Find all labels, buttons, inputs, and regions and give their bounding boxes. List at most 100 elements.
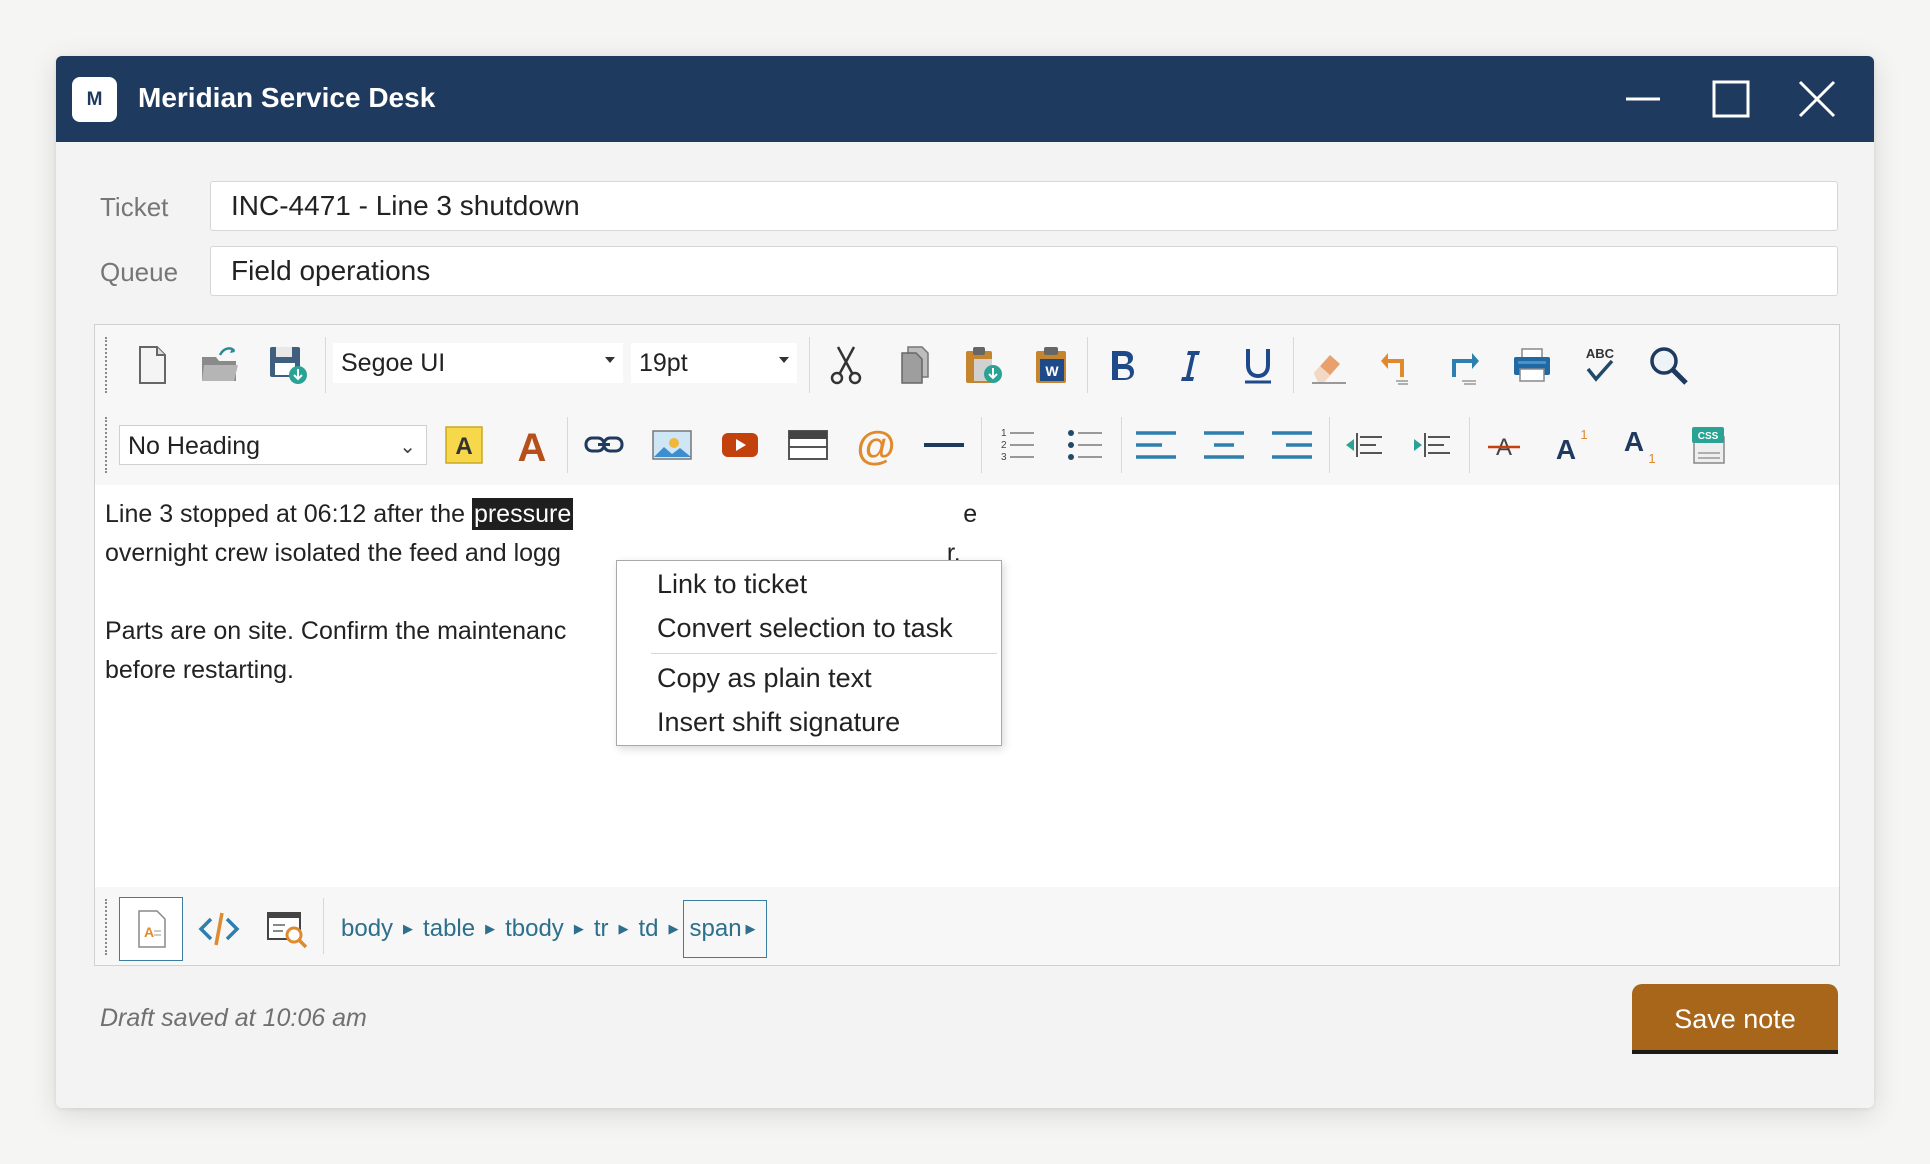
- heading-select[interactable]: No Heading ⌄: [119, 425, 427, 465]
- save-note-button[interactable]: Save note: [1632, 984, 1838, 1054]
- breadcrumb-item-tbody[interactable]: tbody: [499, 915, 570, 943]
- align-center-button[interactable]: [1199, 420, 1249, 470]
- svg-text:3: 3: [1001, 452, 1007, 463]
- design-view-button[interactable]: A: [119, 897, 183, 961]
- font-size-select[interactable]: 19pt: [631, 343, 797, 383]
- toolbar-row-2: No Heading ⌄ A A @ 1 2 3 A A 1 A 1 CSS: [95, 405, 1839, 485]
- paste-from-word-button[interactable]: W: [1027, 340, 1077, 390]
- svg-text:A: A: [518, 426, 547, 467]
- breadcrumb-item-span[interactable]: span ▶: [682, 900, 767, 958]
- image-button[interactable]: [647, 420, 697, 470]
- statusbar-separator: [323, 898, 324, 954]
- svg-text:2: 2: [1001, 440, 1007, 451]
- open-button[interactable]: [195, 340, 245, 390]
- maximize-button[interactable]: [1708, 76, 1754, 122]
- preview-button[interactable]: [255, 897, 319, 961]
- menu-item-link-to-ticket[interactable]: Link to ticket: [657, 569, 807, 600]
- font-color-button[interactable]: A: [507, 420, 557, 470]
- dropdown-caret-icon: [605, 357, 615, 363]
- numbered-list-button[interactable]: 123: [991, 420, 1041, 470]
- menu-item-convert-to-task[interactable]: Convert selection to task: [657, 613, 953, 644]
- underline-button[interactable]: [1233, 340, 1283, 390]
- paste-from-word-icon: W: [1036, 347, 1066, 383]
- cut-button[interactable]: [821, 340, 871, 390]
- window-title: Meridian Service Desk: [138, 82, 436, 113]
- align-right-button[interactable]: [1267, 420, 1317, 470]
- text-run: overnight crew isolated the feed and log…: [105, 539, 561, 567]
- save-icon: [270, 347, 307, 384]
- heading-value: No Heading: [128, 432, 261, 460]
- subscript-button[interactable]: A1: [1615, 420, 1665, 470]
- superscript-button[interactable]: A1: [1547, 420, 1597, 470]
- open-folder-icon: [202, 347, 238, 381]
- outdent-button[interactable]: [1339, 420, 1389, 470]
- align-left-icon: [1136, 431, 1176, 459]
- bold-button[interactable]: [1097, 340, 1147, 390]
- strikethrough-icon: A: [1488, 434, 1520, 461]
- indent-button[interactable]: [1407, 420, 1457, 470]
- breadcrumb-arrow-icon: ▶: [403, 921, 414, 936]
- clear-formatting-button[interactable]: [1303, 340, 1353, 390]
- selected-text[interactable]: pressure: [471, 498, 574, 530]
- breadcrumb-item-label: span: [689, 915, 742, 942]
- toolbar-row-1: Segoe UI 19pt W ABC: [95, 325, 1839, 405]
- toolbar-separator: [981, 417, 982, 473]
- spellcheck-button[interactable]: ABC: [1575, 340, 1625, 390]
- undo-button[interactable]: [1371, 340, 1421, 390]
- link-button[interactable]: [579, 420, 629, 470]
- undo-icon: [1381, 353, 1408, 385]
- image-icon: [652, 430, 692, 460]
- save-button[interactable]: [263, 340, 313, 390]
- minimize-button[interactable]: [1620, 76, 1666, 122]
- close-button[interactable]: [1794, 76, 1840, 122]
- maximize-icon: [1712, 80, 1750, 118]
- svg-text:ABC: ABC: [1586, 346, 1615, 361]
- breadcrumb: body ▶ table ▶ tbody ▶ tr ▶ td ▶ span ▶: [335, 897, 767, 961]
- breadcrumb-arrow-icon: ▶: [485, 921, 496, 936]
- dropdown-caret-icon: [779, 357, 789, 363]
- font-family-select[interactable]: Segoe UI: [333, 343, 623, 383]
- statusbar-grip[interactable]: [105, 899, 107, 955]
- redo-button[interactable]: [1439, 340, 1489, 390]
- find-button[interactable]: [1643, 340, 1693, 390]
- strikethrough-button[interactable]: A: [1479, 420, 1529, 470]
- email-link-button[interactable]: @: [851, 420, 901, 470]
- menu-item-insert-signature[interactable]: Insert shift signature: [657, 707, 900, 738]
- table-icon: [788, 430, 828, 460]
- text-run: before restarting.: [105, 656, 294, 684]
- context-menu: Link to ticket Convert selection to task…: [616, 560, 1002, 746]
- menu-item-copy-plain-text[interactable]: Copy as plain text: [657, 663, 872, 694]
- italic-button[interactable]: [1165, 340, 1215, 390]
- breadcrumb-item-tr[interactable]: tr: [588, 915, 615, 943]
- breadcrumb-item-body[interactable]: body: [335, 915, 399, 943]
- menu-separator: [651, 653, 997, 654]
- ticket-input[interactable]: INC-4471 - Line 3 shutdown: [210, 181, 1838, 231]
- toolbar-grip[interactable]: [105, 417, 107, 473]
- copy-button[interactable]: [891, 340, 941, 390]
- horizontal-rule-button[interactable]: [919, 420, 969, 470]
- editor-statusbar: A body ▶ table ▶ tbody ▶ tr ▶ td ▶ span …: [95, 887, 1839, 965]
- bulleted-list-button[interactable]: [1059, 420, 1109, 470]
- table-button[interactable]: [783, 420, 833, 470]
- breadcrumb-arrow-icon: ▶: [573, 921, 584, 936]
- toolbar-grip[interactable]: [105, 337, 107, 393]
- queue-input[interactable]: Field operations: [210, 246, 1838, 296]
- new-document-button[interactable]: [127, 340, 177, 390]
- breadcrumb-item-table[interactable]: table: [417, 915, 481, 943]
- outdent-icon: [1346, 433, 1382, 457]
- paste-button[interactable]: [959, 340, 1009, 390]
- print-button[interactable]: [1507, 340, 1557, 390]
- svg-text:1: 1: [1001, 428, 1007, 439]
- video-button[interactable]: [715, 420, 765, 470]
- superscript-icon: A1: [1556, 427, 1588, 465]
- highlight-color-button[interactable]: A: [439, 420, 489, 470]
- code-icon: [198, 912, 240, 946]
- html-view-button[interactable]: [187, 897, 251, 961]
- text-run: e: [963, 500, 978, 528]
- design-view-icon: A: [138, 910, 166, 948]
- toolbar-separator: [1121, 417, 1122, 473]
- align-left-button[interactable]: [1131, 420, 1181, 470]
- toolbar-separator: [1087, 337, 1088, 393]
- breadcrumb-item-td[interactable]: td: [632, 915, 664, 943]
- css-button[interactable]: CSS: [1683, 420, 1733, 470]
